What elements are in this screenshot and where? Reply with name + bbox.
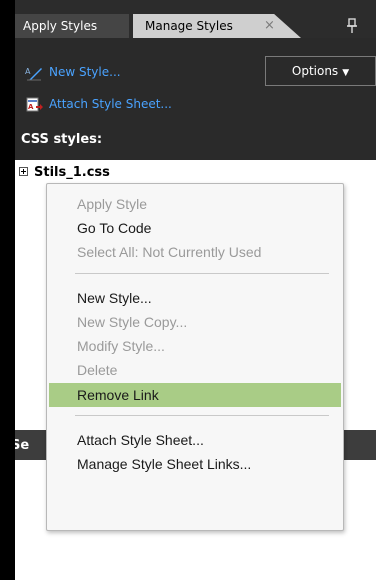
attach-style-sheet-icon: A xyxy=(25,97,43,113)
stylesheet-tree-node[interactable]: Stils_1.css xyxy=(19,164,110,182)
attach-style-sheet-link[interactable]: A Attach Style Sheet... xyxy=(25,92,172,116)
tab-apply-styles[interactable]: Apply Styles xyxy=(15,14,129,38)
menu-separator xyxy=(75,415,329,416)
svg-text:A: A xyxy=(25,67,31,76)
menu-item-manage-style-sheet-links[interactable]: Manage Style Sheet Links... xyxy=(49,452,341,476)
css-styles-heading: CSS styles: xyxy=(21,132,103,147)
expand-plus-icon[interactable] xyxy=(19,167,28,176)
menu-item-modify-style[interactable]: Modify Style... xyxy=(49,334,341,358)
menu-item-remove-link[interactable]: Remove Link xyxy=(49,383,341,407)
new-style-label: New Style... xyxy=(49,65,121,79)
options-label: Options xyxy=(291,64,339,78)
lower-section-label: Se xyxy=(15,438,30,453)
menu-separator xyxy=(75,273,329,274)
menu-item-attach-style-sheet[interactable]: Attach Style Sheet... xyxy=(49,428,341,452)
tab-bar: Apply Styles Manage Styles × xyxy=(15,0,376,38)
attach-style-sheet-label: Attach Style Sheet... xyxy=(49,97,172,111)
new-style-link[interactable]: A New Style... xyxy=(25,60,121,84)
pin-icon[interactable] xyxy=(345,16,369,36)
chevron-down-icon: ▼ xyxy=(342,68,350,78)
context-menu: Apply Style Go To Code Select All: Not C… xyxy=(46,183,344,531)
menu-item-apply-style[interactable]: Apply Style xyxy=(49,192,341,216)
menu-item-select-all-not-used[interactable]: Select All: Not Currently Used xyxy=(49,240,341,264)
menu-item-new-style[interactable]: New Style... xyxy=(49,286,341,310)
options-dropdown[interactable]: Options ▼ xyxy=(265,56,376,86)
close-tab-icon[interactable]: × xyxy=(264,14,275,38)
menu-item-delete[interactable]: Delete xyxy=(49,358,341,382)
stylesheet-name: Stils_1.css xyxy=(34,165,110,180)
menu-item-go-to-code[interactable]: Go To Code xyxy=(49,216,341,240)
svg-text:A: A xyxy=(28,103,34,111)
new-style-icon: A xyxy=(25,65,43,81)
tab-manage-styles[interactable]: Manage Styles xyxy=(133,14,301,38)
menu-item-new-style-copy[interactable]: New Style Copy... xyxy=(49,310,341,334)
